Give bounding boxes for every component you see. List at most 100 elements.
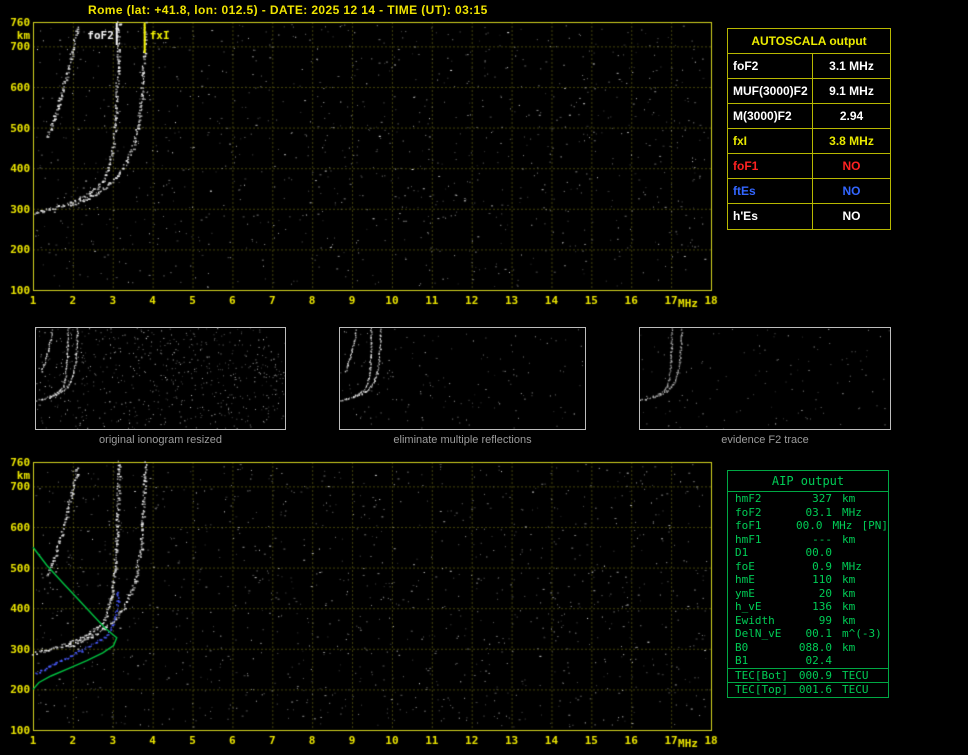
value-cell: 327	[788, 492, 832, 506]
param-cell: ftEs	[728, 179, 813, 203]
value-cell: 3.8 MHz	[813, 129, 890, 153]
table-row: ymE20km	[728, 587, 888, 601]
value-cell: 0.9	[788, 560, 832, 574]
table-row: foF2 3.1 MHz	[728, 54, 890, 79]
value-cell: 02.4	[788, 654, 832, 668]
param-cell: DelN_vE	[728, 627, 788, 641]
value-cell: 3.1 MHz	[813, 54, 890, 78]
unit-cell: TECU	[832, 683, 872, 697]
param-cell: foE	[728, 560, 788, 574]
param-cell: MUF(3000)F2	[728, 79, 813, 103]
unit-cell: MHz	[822, 519, 859, 533]
param-cell: Ewidth	[728, 614, 788, 628]
param-cell: TEC[Bot]	[728, 669, 788, 683]
table-row: B102.4	[728, 654, 888, 668]
param-cell: hmE	[728, 573, 788, 587]
aip-table-title: AIP output	[728, 471, 888, 492]
extra-cell	[872, 614, 888, 628]
thumbnail-caption-reflections: eliminate multiple reflections	[339, 434, 586, 446]
thumbnail-caption-original: original ionogram resized	[35, 434, 286, 446]
extra-cell	[872, 560, 888, 574]
table-row: fxI 3.8 MHz	[728, 129, 890, 154]
value-cell: NO	[813, 154, 890, 178]
extra-cell	[872, 533, 888, 547]
value-cell: ---	[788, 533, 832, 547]
unit-cell: km	[832, 600, 872, 614]
table-row: D100.0	[728, 546, 888, 560]
param-cell: hmF2	[728, 492, 788, 506]
table-row: foF203.1MHz	[728, 506, 888, 520]
param-cell: B1	[728, 654, 788, 668]
table-row: M(3000)F2 2.94	[728, 104, 890, 129]
param-cell: fxI	[728, 129, 813, 153]
param-cell: foF1	[728, 519, 783, 533]
table-row: hmF1---km	[728, 533, 888, 547]
param-cell: B0	[728, 641, 788, 655]
profile-ionogram-canvas	[0, 455, 725, 755]
thumbnail-f2-trace	[639, 327, 891, 430]
value-cell: 00.0	[783, 519, 823, 533]
unit-cell: km	[832, 492, 872, 506]
table-row: foE0.9MHz	[728, 560, 888, 574]
extra-cell	[872, 641, 888, 655]
value-cell: 136	[788, 600, 832, 614]
param-cell: hmF1	[728, 533, 788, 547]
extra-cell	[872, 506, 888, 520]
thumbnail-f2-canvas	[640, 328, 890, 429]
autoscala-table-title: AUTOSCALA output	[728, 29, 890, 54]
table-row: h'Es NO	[728, 204, 890, 229]
table-row: hmF2327km	[728, 492, 888, 506]
value-cell: 99	[788, 614, 832, 628]
extra-cell	[872, 546, 888, 560]
value-cell: 00.0	[788, 546, 832, 560]
table-row: h_vE136km	[728, 600, 888, 614]
unit-cell: km	[832, 587, 872, 601]
extra-cell	[872, 492, 888, 506]
table-row: foF100.0MHz[PN]	[728, 519, 888, 533]
extra-cell	[872, 600, 888, 614]
thumbnail-reflections-canvas	[340, 328, 585, 429]
aip-table: AIP output hmF2327km foF203.1MHz foF100.…	[727, 470, 889, 698]
table-row: DelN_vE00.1m^(-3)	[728, 627, 888, 641]
value-cell: 2.94	[813, 104, 890, 128]
unit-cell: km	[832, 573, 872, 587]
param-cell: foF1	[728, 154, 813, 178]
unit-cell: TECU	[832, 669, 872, 683]
main-ionogram-canvas	[0, 16, 725, 316]
unit-cell: km	[832, 614, 872, 628]
table-row: foF1 NO	[728, 154, 890, 179]
autoscala-table: AUTOSCALA output foF2 3.1 MHz MUF(3000)F…	[727, 28, 891, 230]
thumbnail-original-canvas	[36, 328, 285, 429]
extra-cell	[872, 587, 888, 601]
unit-cell: m^(-3)	[832, 627, 872, 641]
value-cell: 03.1	[788, 506, 832, 520]
extra-cell	[872, 654, 888, 668]
value-cell: NO	[813, 179, 890, 203]
extra-cell	[872, 627, 888, 641]
value-cell: 9.1 MHz	[813, 79, 890, 103]
param-cell: TEC[Top]	[728, 683, 788, 697]
value-cell: 20	[788, 587, 832, 601]
value-cell: NO	[813, 204, 890, 229]
extra-cell: [PN]	[860, 519, 889, 533]
unit-cell	[832, 654, 872, 668]
page-title: Rome (lat: +41.8, lon: 012.5) - DATE: 20…	[88, 3, 488, 17]
unit-cell: MHz	[832, 560, 872, 574]
table-row: MUF(3000)F2 9.1 MHz	[728, 79, 890, 104]
tec-top-row: TEC[Top]001.6TECU	[728, 682, 888, 697]
unit-cell: km	[832, 641, 872, 655]
unit-cell: km	[832, 533, 872, 547]
extra-cell	[872, 573, 888, 587]
tec-bottom-row: TEC[Bot]000.9TECU	[728, 668, 888, 683]
table-row: hmE110km	[728, 573, 888, 587]
unit-cell	[832, 546, 872, 560]
param-cell: D1	[728, 546, 788, 560]
unit-cell: MHz	[832, 506, 872, 520]
table-row: ftEs NO	[728, 179, 890, 204]
param-cell: M(3000)F2	[728, 104, 813, 128]
value-cell: 110	[788, 573, 832, 587]
param-cell: h_vE	[728, 600, 788, 614]
value-cell: 000.9	[788, 669, 832, 683]
param-cell: foF2	[728, 54, 813, 78]
value-cell: 001.6	[788, 683, 832, 697]
